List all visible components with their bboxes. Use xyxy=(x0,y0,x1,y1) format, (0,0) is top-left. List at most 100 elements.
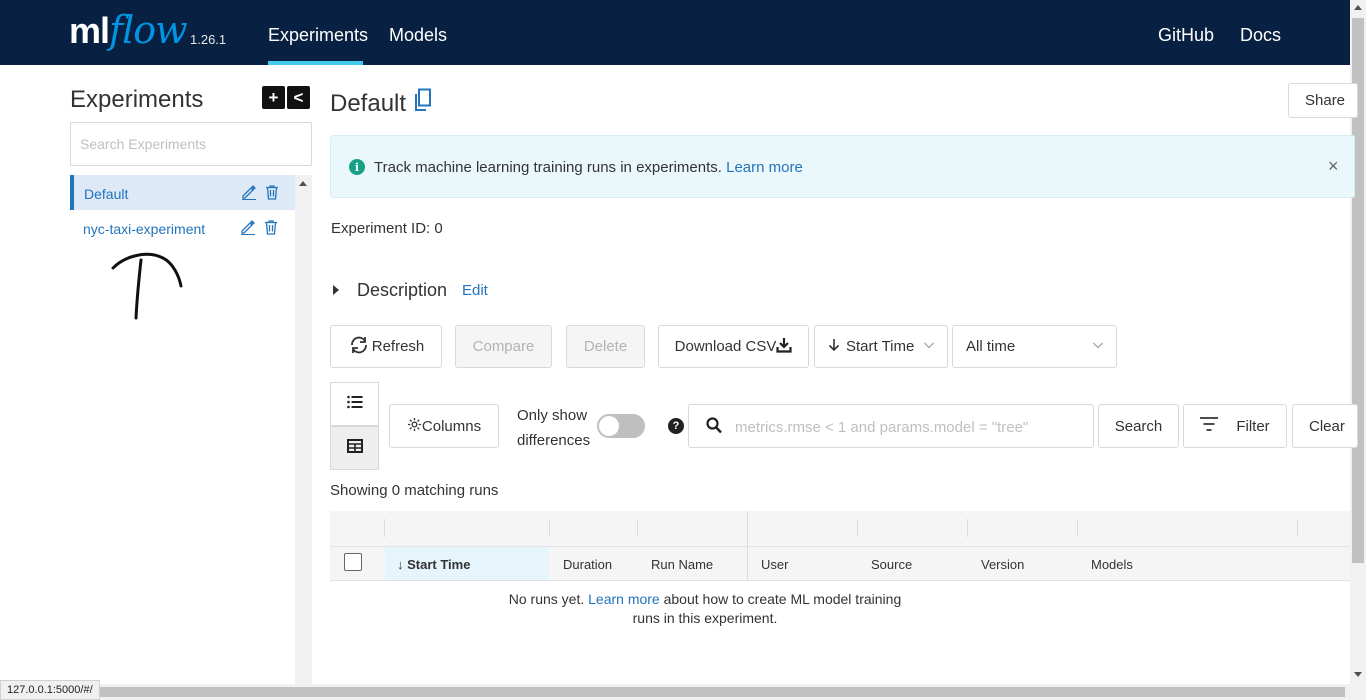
delete-button[interactable]: Delete xyxy=(566,325,645,368)
arrow-down-icon xyxy=(828,338,840,356)
status-bar-url: 127.0.0.1:5000/#/ xyxy=(0,680,100,700)
list-icon xyxy=(346,395,363,414)
refresh-label: Refresh xyxy=(371,338,425,355)
compare-button[interactable]: Compare xyxy=(455,325,552,368)
handdrawn-arrow-annotation xyxy=(111,252,183,320)
scroll-up-icon[interactable] xyxy=(1354,5,1362,10)
copy-icon[interactable] xyxy=(414,88,432,119)
clear-button[interactable]: Clear xyxy=(1292,404,1358,448)
add-experiment-button[interactable]: + xyxy=(262,86,285,109)
experiment-item-nyc-taxi[interactable]: nyc-taxi-experiment xyxy=(70,210,295,245)
filter-button[interactable]: Filter xyxy=(1183,404,1287,448)
info-banner: i Track machine learning training runs i… xyxy=(330,135,1355,198)
download-csv-label: Download CSV xyxy=(674,338,777,355)
description-edit-link[interactable]: Edit xyxy=(462,282,488,299)
column-start-time[interactable]: ↓ Start Time xyxy=(397,557,470,572)
page-title: Default xyxy=(330,88,432,119)
search-button[interactable]: Search xyxy=(1098,404,1179,448)
table-view-button[interactable] xyxy=(330,426,379,470)
sort-arrow-icon: ↓ xyxy=(397,557,404,572)
time-range-select[interactable]: All time xyxy=(952,325,1117,368)
experiment-name: nyc-taxi-experiment xyxy=(83,221,206,237)
search-experiments-input[interactable] xyxy=(70,122,312,166)
column-models[interactable]: Models xyxy=(1091,557,1133,572)
column-separator xyxy=(384,519,385,537)
runs-search-box[interactable] xyxy=(688,404,1094,448)
empty-line-2: runs in this experiment. xyxy=(632,610,778,626)
column-source[interactable]: Source xyxy=(871,557,912,572)
experiment-title: Default xyxy=(330,89,407,117)
chevron-down-icon xyxy=(923,338,935,355)
version-label: 1.26.1 xyxy=(190,32,227,47)
help-question-icon[interactable]: ? xyxy=(668,418,684,434)
banner-learn-more-link[interactable]: Learn more xyxy=(726,159,803,176)
experiment-id-value: 0 xyxy=(434,220,443,237)
column-user[interactable]: User xyxy=(761,557,788,572)
mlflow-logo[interactable]: ml flow 1.26.1 xyxy=(69,8,226,52)
experiment-item-default[interactable]: Default xyxy=(70,175,295,210)
sort-select-value: Start Time xyxy=(846,338,915,355)
runs-search-input[interactable] xyxy=(735,415,1085,439)
empty-pre-text: No runs yet. xyxy=(508,591,589,607)
runs-table-header: ↓ Start Time Duration Run Name User Sour… xyxy=(330,511,1350,581)
banner-message: Track machine learning training runs in … xyxy=(374,159,727,176)
empty-runs-message: No runs yet. Learn more about how to cre… xyxy=(330,590,1080,628)
banner-text: Track machine learning training runs in … xyxy=(374,159,803,176)
empty-learn-more-link[interactable]: Learn more xyxy=(588,591,660,607)
column-run-name[interactable]: Run Name xyxy=(651,557,713,572)
edit-pencil-icon[interactable] xyxy=(241,184,257,203)
nav-docs[interactable]: Docs xyxy=(1240,25,1281,46)
only-show-differences-label: Only show differences xyxy=(517,403,590,453)
edit-pencil-icon[interactable] xyxy=(240,219,256,238)
horizontal-scroll-thumb[interactable] xyxy=(100,687,1345,697)
sidebar-scrollbar[interactable] xyxy=(295,175,312,685)
matching-runs-count: Showing 0 matching runs xyxy=(330,482,499,499)
column-group-separator xyxy=(747,511,748,581)
filter-icon xyxy=(1200,417,1219,435)
experiment-id: Experiment ID: 0 xyxy=(331,220,443,237)
info-icon: i xyxy=(349,159,365,175)
column-duration[interactable]: Duration xyxy=(563,557,612,572)
close-icon[interactable]: × xyxy=(1328,156,1339,177)
column-separator xyxy=(549,519,550,537)
refresh-icon xyxy=(348,336,370,358)
nav-experiments[interactable]: Experiments xyxy=(268,25,368,46)
trash-icon[interactable] xyxy=(263,219,279,238)
toggle-knob xyxy=(599,416,619,436)
description-toggle[interactable]: Description xyxy=(357,280,447,301)
list-view-button[interactable] xyxy=(330,382,379,426)
columns-button[interactable]: Columns xyxy=(389,404,499,448)
experiment-id-label: Experiment ID: xyxy=(331,220,431,237)
time-range-value: All time xyxy=(966,338,1016,355)
experiment-name: Default xyxy=(84,186,129,202)
filter-label: Filter xyxy=(1236,417,1270,435)
empty-post-text: about how to create ML model training xyxy=(659,591,902,607)
select-all-checkbox[interactable] xyxy=(344,553,362,571)
page-horizontal-scrollbar[interactable] xyxy=(0,684,1366,700)
column-separator xyxy=(857,519,858,537)
column-label: Start Time xyxy=(407,557,471,572)
experiments-heading: Experiments xyxy=(70,86,204,113)
column-separator xyxy=(967,519,968,537)
column-separator xyxy=(1077,519,1078,537)
trash-icon[interactable] xyxy=(264,184,280,203)
only-show-line-2: differences xyxy=(517,432,591,449)
gear-icon xyxy=(407,417,422,436)
sort-select[interactable]: Start Time xyxy=(814,325,948,368)
columns-label: Columns xyxy=(421,417,482,435)
sidebar-scroll-up-icon[interactable] xyxy=(299,181,307,186)
empty-line-1: No runs yet. Learn more about how to cre… xyxy=(330,590,1080,609)
refresh-button[interactable]: Refresh xyxy=(330,325,442,368)
logo-flow-text: flow xyxy=(109,8,188,52)
caret-right-icon[interactable] xyxy=(333,285,339,295)
nav-models[interactable]: Models xyxy=(389,25,447,46)
download-csv-button[interactable]: Download CSV xyxy=(658,325,809,368)
nav-github[interactable]: GitHub xyxy=(1158,25,1214,46)
only-show-line-1: Only show xyxy=(517,407,588,424)
collapse-sidebar-button[interactable]: < xyxy=(287,86,310,109)
differences-toggle[interactable] xyxy=(597,414,645,438)
scroll-down-icon[interactable] xyxy=(1354,672,1362,677)
column-version[interactable]: Version xyxy=(981,557,1024,572)
share-button[interactable]: Share xyxy=(1288,83,1358,118)
top-nav-bar: ml flow 1.26.1 Experiments Models GitHub … xyxy=(0,0,1350,65)
